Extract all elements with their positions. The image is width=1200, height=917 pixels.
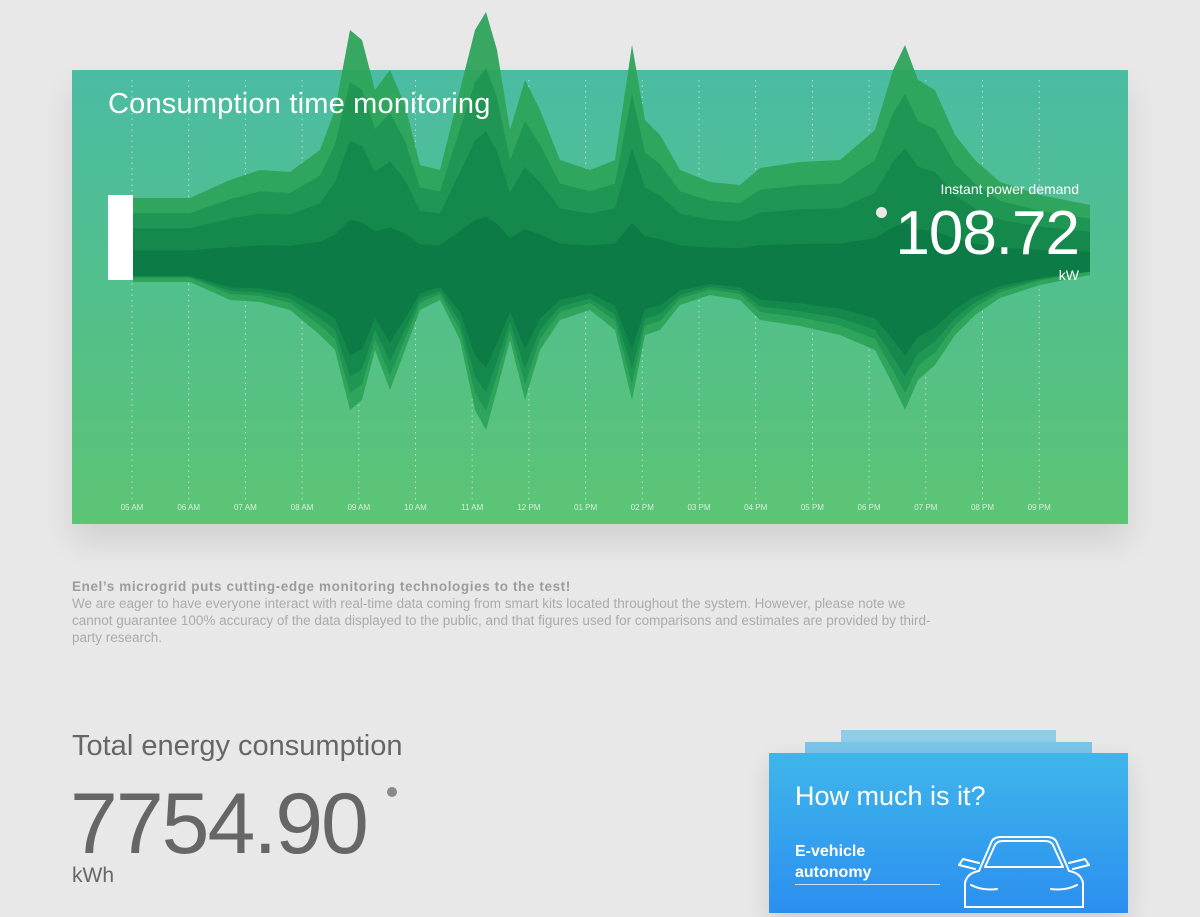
time-tick-label: 09 PM (1028, 503, 1051, 512)
how-much-card[interactable]: How much is it? E-vehicle autonomy (769, 753, 1128, 913)
instant-power-label: Instant power demand (940, 181, 1079, 197)
intro-headline: Enel’s microgrid puts cutting-edge monit… (72, 579, 571, 594)
total-energy-value: 7754.90 (70, 776, 369, 872)
car-icon (958, 836, 1090, 908)
time-tick-label: 05 PM (801, 503, 824, 512)
time-tick-label: 10 AM (404, 503, 427, 512)
time-tick-label: 03 PM (687, 503, 710, 512)
time-tick-label: 08 AM (291, 503, 314, 512)
instant-power-value: 108.72 (895, 199, 1080, 268)
live-indicator-dot (876, 207, 887, 218)
timeline-start-marker (108, 195, 133, 280)
time-axis: 05 AM 06 AM 07 AM 08 AM 09 AM 10 AM 11 AM 12 PM… (121, 503, 1051, 512)
total-energy-label: Total energy consumption (72, 730, 403, 762)
time-tick-label: 07 AM (234, 503, 257, 512)
card-item-label: E-vehicle autonomy (795, 843, 872, 881)
total-indicator-dot (387, 787, 397, 797)
time-tick-label: 05 AM (121, 503, 144, 512)
time-tick-label: 01 PM (574, 503, 597, 512)
intro-text: Enel’s microgrid puts cutting-edge monit… (72, 578, 932, 646)
total-energy-unit: kWh (72, 864, 114, 887)
time-tick-label: 07 PM (914, 503, 937, 512)
card-divider (795, 884, 940, 885)
time-tick-label: 09 AM (347, 503, 370, 512)
time-tick-label: 08 PM (971, 503, 994, 512)
time-tick-label: 06 AM (177, 503, 200, 512)
time-tick-label: 02 PM (631, 503, 654, 512)
time-tick-label: 04 PM (744, 503, 767, 512)
time-tick-label: 11 AM (461, 503, 483, 512)
intro-body: We are eager to have everyone interact w… (72, 596, 931, 645)
instant-power-unit: kW (1058, 267, 1079, 283)
card-title: How much is it? (795, 781, 986, 811)
page-title: Consumption time monitoring (108, 88, 491, 120)
time-tick-label: 12 PM (517, 503, 540, 512)
time-tick-label: 06 PM (858, 503, 881, 512)
